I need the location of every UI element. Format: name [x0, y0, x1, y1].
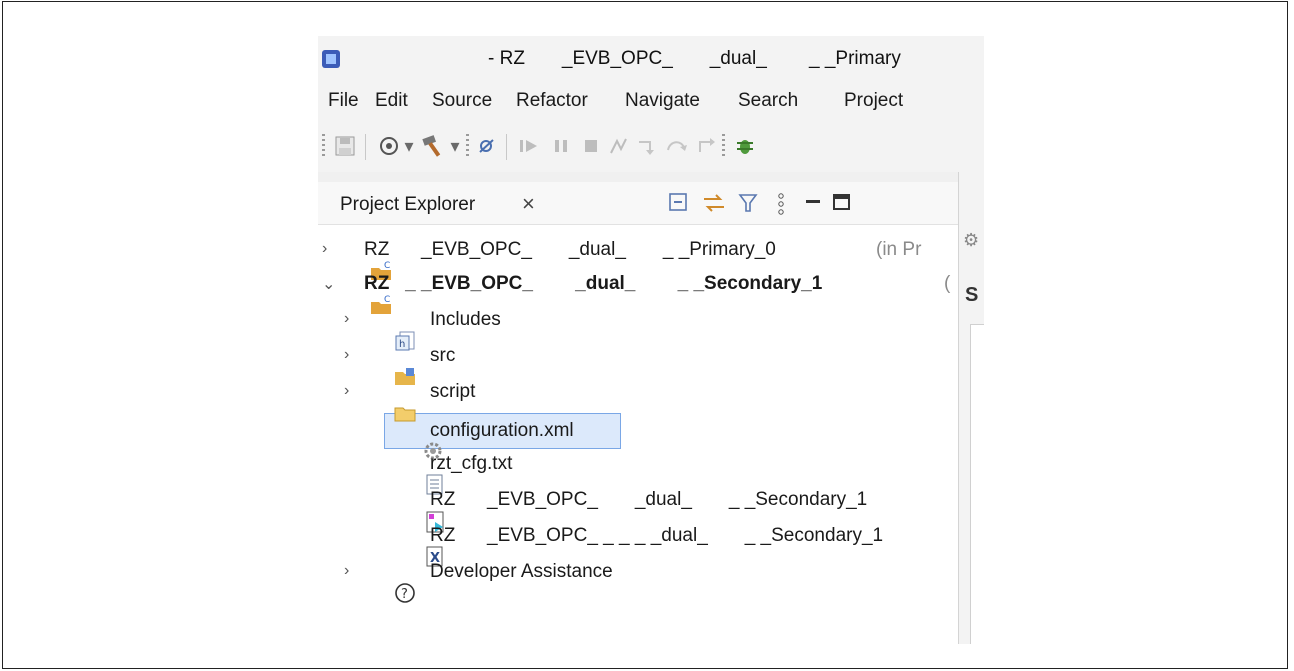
- tree-label: RZ _EVB_OPC_ _dual_ _ _Primary_0: [364, 239, 776, 260]
- menu-source[interactable]: Source: [432, 90, 492, 112]
- menu-project[interactable]: Project: [844, 90, 903, 112]
- editor-tab-fragment: S: [965, 284, 979, 306]
- bug-debug-icon[interactable]: [732, 134, 758, 158]
- svg-text:?: ?: [401, 587, 408, 602]
- chevron-right-icon[interactable]: ›: [344, 562, 358, 580]
- filter-icon[interactable]: [738, 192, 758, 220]
- window-title: - RZ _EVB_OPC_ _dual_ _ _Primary: [488, 48, 901, 69]
- gear-tab-icon[interactable]: ⚙: [963, 230, 979, 251]
- app-icon: [322, 50, 340, 68]
- menu-navigate[interactable]: Navigate: [625, 90, 700, 112]
- menu-refactor[interactable]: Refactor: [516, 90, 588, 112]
- tree-label-suffix: (: [944, 273, 951, 294]
- c-project-icon: C: [338, 272, 391, 314]
- includes-icon: h: [362, 308, 415, 351]
- tree-row-src[interactable]: › src: [318, 342, 958, 385]
- view-menu-icon[interactable]: [776, 192, 786, 222]
- tree-label: script: [430, 381, 476, 402]
- tree-label: Includes: [430, 309, 501, 330]
- chevron-right-icon[interactable]: ›: [344, 382, 358, 400]
- step-over-icon[interactable]: [664, 134, 690, 158]
- svg-text:C: C: [384, 295, 390, 305]
- tree-row-includes[interactable]: › h Includes: [318, 306, 958, 351]
- toolbar: ▾ ▾: [318, 120, 984, 172]
- text-file-icon: [394, 452, 443, 495]
- chevron-right-icon[interactable]: ›: [322, 240, 336, 258]
- step-into-icon[interactable]: [634, 134, 660, 158]
- help-icon: ?: [362, 560, 415, 603]
- tree-label: Developer Assistance: [430, 561, 613, 582]
- toolbar-grip: [722, 134, 725, 158]
- c-project-icon: C: [338, 238, 391, 280]
- tree-row-rzt-cfg[interactable]: rzt_cfg.txt: [318, 450, 958, 495]
- tree-row-launch-file[interactable]: RZ _EVB_OPC_ _dual_ _ _Secondary_1: [318, 486, 958, 533]
- toolbar-grip: [322, 134, 325, 158]
- menu-file[interactable]: File: [328, 90, 359, 112]
- title-bar: - RZ _EVB_OPC_ _dual_ _ _Primary: [318, 36, 984, 82]
- menu-search[interactable]: Search: [738, 90, 798, 112]
- tree-label: RZ _EVB_OPC_ _dual_ _ _Secondary_1: [430, 489, 868, 510]
- tree-label: rzt_cfg.txt: [430, 453, 513, 474]
- x-file-icon: X: [394, 524, 443, 567]
- source-folder-icon: [362, 344, 415, 385]
- chevron-down-icon[interactable]: ⌄: [322, 274, 336, 294]
- gear-config-icon: [390, 418, 442, 460]
- dropdown-icon[interactable]: ▾: [402, 134, 416, 158]
- link-editor-icon[interactable]: [702, 192, 726, 220]
- tree-label: RZ _ _EVB_OPC_ _dual_ _ _Secondary_1: [364, 273, 823, 294]
- ide-window: - RZ _EVB_OPC_ _dual_ _ _Primary File Ed…: [318, 36, 984, 644]
- menu-edit[interactable]: Edit: [375, 90, 408, 112]
- tree-row-secondary-project[interactable]: ⌄ C RZ _ _EVB_OPC_ _dual_ _ _Secondary_1…: [318, 270, 958, 314]
- build-config-icon[interactable]: [376, 134, 402, 158]
- editor-content: [970, 324, 984, 644]
- chevron-right-icon[interactable]: ›: [344, 346, 358, 364]
- launch-file-icon: [394, 488, 444, 533]
- toolbar-separator: [365, 134, 366, 160]
- resume-icon[interactable]: [516, 134, 542, 158]
- tree-row-script[interactable]: › script: [318, 378, 958, 422]
- terminate-icon[interactable]: [578, 134, 604, 158]
- maximize-icon[interactable]: [832, 192, 852, 218]
- close-icon[interactable]: ×: [522, 191, 535, 217]
- panel-header: Project Explorer ×: [318, 182, 958, 225]
- tree-label: RZ _EVB_OPC_ _ _ _ _dual_ _ _Secondary_1: [430, 525, 884, 546]
- save-icon[interactable]: [332, 134, 358, 158]
- tree-row-primary-project[interactable]: › C RZ _EVB_OPC_ _dual_ _ _Primary_0 (in…: [318, 236, 958, 280]
- folder-icon: [362, 380, 416, 422]
- project-explorer-tab[interactable]: Project Explorer: [340, 194, 475, 216]
- debug-skip-icon[interactable]: [474, 134, 500, 158]
- hammer-build-icon[interactable]: [420, 134, 446, 158]
- minimize-icon[interactable]: [804, 192, 822, 218]
- tree-row-x-file[interactable]: X RZ _EVB_OPC_ _ _ _ _dual_ _ _Secondary…: [318, 522, 958, 567]
- connect-icon[interactable]: [606, 134, 632, 158]
- dropdown-icon[interactable]: ▾: [448, 134, 462, 158]
- toolbar-separator: [506, 134, 507, 160]
- tree-label: configuration.xml: [430, 420, 574, 441]
- tree-label-suffix: (in Pr: [876, 239, 922, 260]
- tree-row-developer-assistance[interactable]: › ? Developer Assistance: [318, 558, 958, 603]
- suspend-icon[interactable]: [548, 134, 574, 158]
- toolbar-grip: [466, 134, 469, 158]
- chevron-right-icon[interactable]: ›: [344, 310, 358, 328]
- collapse-all-icon[interactable]: [668, 192, 688, 218]
- tree-row-configuration-xml[interactable]: configuration.xml: [318, 414, 958, 460]
- step-return-icon[interactable]: [694, 134, 720, 158]
- menu-bar: File Edit Source Refactor Navigate Searc…: [318, 82, 984, 120]
- tree-label: src: [430, 345, 456, 366]
